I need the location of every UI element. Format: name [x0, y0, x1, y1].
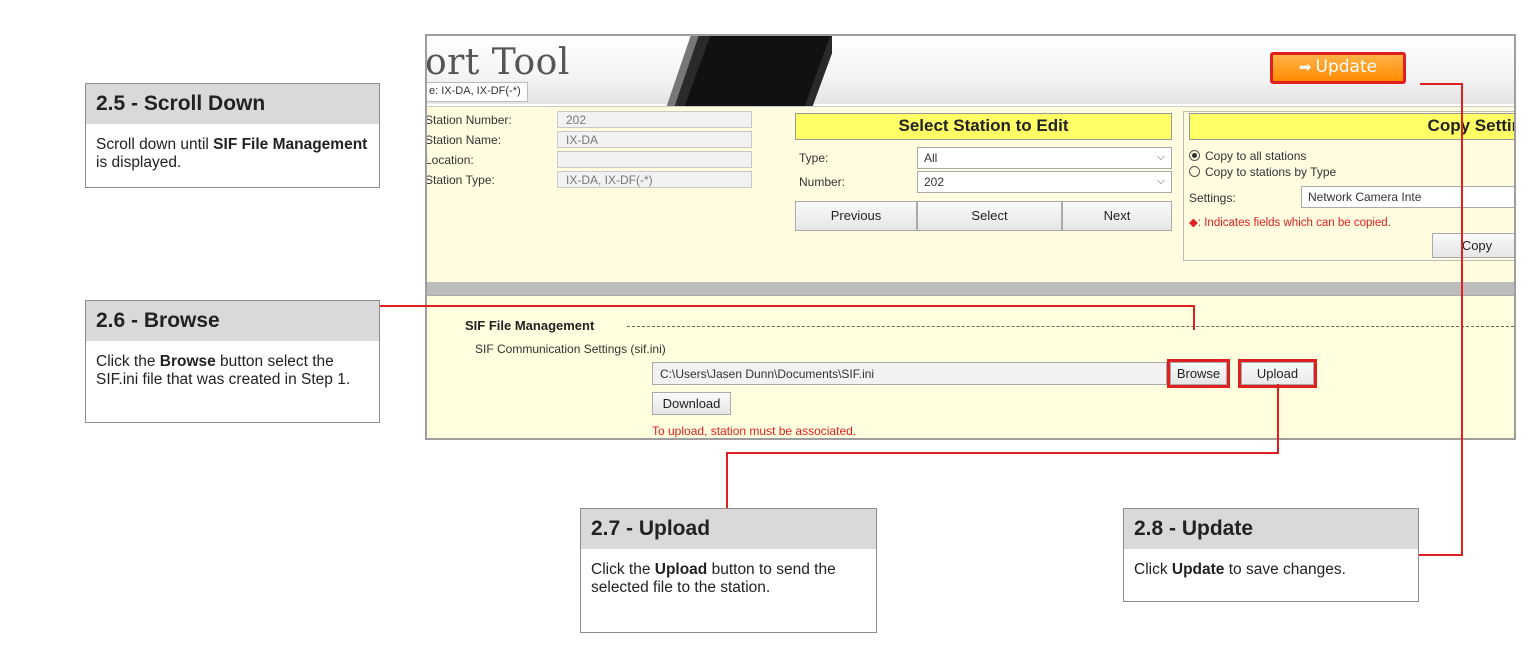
chevron-down-icon: ⌵ — [1156, 175, 1165, 187]
sif-file-management-section: SIF File Management SIF Communication Se… — [427, 295, 1514, 438]
radio-unchecked-icon — [1189, 166, 1200, 177]
select-button[interactable]: Select — [917, 201, 1062, 231]
connector-browse — [380, 305, 1194, 307]
upload-button[interactable]: Upload — [1238, 359, 1317, 388]
callout-body: Click Update to save changes. — [1134, 561, 1346, 578]
download-button[interactable]: Download — [652, 392, 731, 415]
connector-upload — [726, 452, 1279, 454]
connector-upload — [1277, 384, 1279, 454]
previous-button[interactable]: Previous — [795, 201, 917, 231]
station-type-label: Station Type: — [425, 173, 495, 187]
number-select[interactable]: 202 ⌵ — [917, 171, 1172, 193]
browse-button[interactable]: Browse — [1167, 359, 1230, 388]
update-button[interactable]: ➡ Update — [1270, 52, 1406, 84]
radio-copy-by-type[interactable]: Copy to stations by Type — [1189, 165, 1336, 179]
select-station-title: Select Station to Edit — [795, 113, 1172, 140]
radio-copy-all[interactable]: Copy to all stations — [1189, 149, 1306, 163]
station-name-label: Station Name: — [425, 133, 502, 147]
callout-body: Scroll down until SIF File Management is… — [96, 136, 368, 171]
connector-browse — [1193, 305, 1195, 330]
station-form: Station Number: 202 Station Name: IX-DA … — [427, 106, 1514, 282]
callout-update: 2.8 - Update Click Update to save change… — [1123, 508, 1419, 602]
callout-browse: 2.6 - Browse Click the Browse button sel… — [85, 300, 380, 423]
section-divider — [627, 326, 1514, 327]
station-type-field: IX-DA, IX-DF(-*) — [557, 171, 752, 188]
copy-button[interactable]: Copy — [1432, 233, 1514, 258]
sif-section-title: SIF File Management — [465, 318, 595, 333]
callout-title: 2.6 - Browse — [86, 301, 379, 341]
station-name-field: IX-DA — [557, 131, 752, 148]
next-button[interactable]: Next — [1062, 201, 1172, 231]
sif-settings-label: SIF Communication Settings (sif.ini) — [475, 342, 666, 356]
radio-checked-icon — [1189, 150, 1200, 161]
settings-select[interactable]: Network Camera Inte — [1301, 186, 1514, 208]
number-label: Number: — [799, 175, 846, 189]
chevron-down-icon: ⌵ — [1156, 151, 1165, 163]
connector-update — [1420, 83, 1462, 85]
location-field — [557, 151, 752, 168]
horizontal-scrollbar[interactable] — [427, 282, 1514, 295]
tutorial-stage: 2.5 - Scroll Down Scroll down until SIF … — [0, 0, 1540, 648]
copy-note: ◆: Indicates fields which can be copied. — [1189, 217, 1391, 229]
station-number-field: 202 — [557, 111, 752, 128]
station-type-tab[interactable]: e: IX-DA, IX-DF(-*) — [427, 82, 528, 102]
copy-settings-title: Copy Settin — [1189, 113, 1514, 140]
connector-update — [1419, 554, 1463, 556]
sif-file-path-field[interactable]: C:\Users\Jasen Dunn\Documents\SIF.ini — [652, 362, 1167, 385]
callout-body: Click the Upload button to send the sele… — [591, 561, 836, 596]
callout-title: 2.5 - Scroll Down — [86, 84, 379, 124]
intercom-device-image — [666, 36, 832, 108]
connector-upload — [726, 452, 728, 508]
type-label: Type: — [799, 151, 829, 165]
app-title: ort Tool — [425, 42, 570, 83]
location-label: Location: — [425, 153, 474, 167]
station-number-label: Station Number: — [425, 113, 512, 127]
callout-body: Click the Browse button select the SIF.i… — [96, 353, 351, 388]
callout-scroll-down: 2.5 - Scroll Down Scroll down until SIF … — [85, 83, 380, 188]
connector-update — [1461, 83, 1463, 555]
app-screenshot: ort Tool e: IX-DA, IX-DF(-*) ➡ Update Sta… — [425, 34, 1516, 440]
callout-title: 2.7 - Upload — [581, 509, 876, 549]
arrow-right-icon: ➡ — [1298, 58, 1312, 76]
upload-note: To upload, station must be associated. — [652, 424, 857, 438]
app-header: ort Tool e: IX-DA, IX-DF(-*) ➡ Update — [425, 36, 1514, 108]
callout-title: 2.8 - Update — [1124, 509, 1418, 549]
type-select[interactable]: All ⌵ — [917, 147, 1172, 169]
callout-upload: 2.7 - Upload Click the Upload button to … — [580, 508, 877, 633]
settings-label: Settings: — [1189, 191, 1236, 205]
